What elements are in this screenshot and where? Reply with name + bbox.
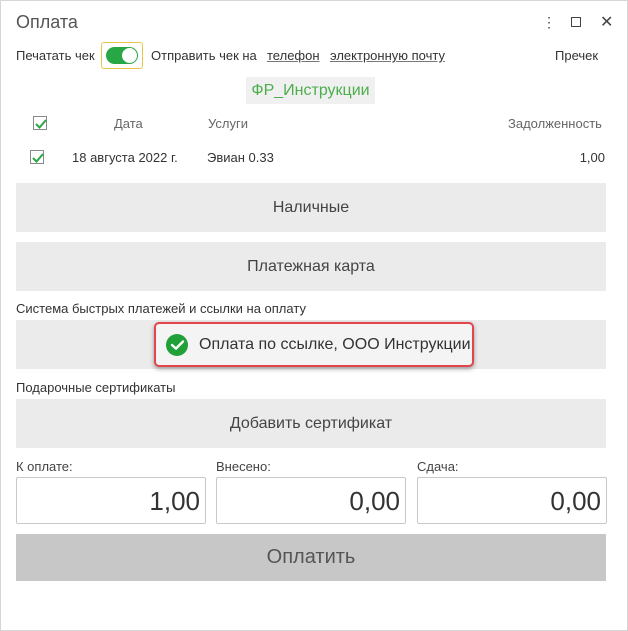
more-options-icon[interactable]: ⋮ bbox=[542, 14, 556, 31]
paid-label: Внесено: bbox=[216, 459, 271, 474]
cash-button[interactable]: Наличные bbox=[16, 183, 606, 232]
row-date: 18 августа 2022 г. bbox=[72, 150, 178, 165]
column-header-services: Услуги bbox=[208, 116, 248, 131]
sbp-section-label: Система быстрых платежей и ссылки на опл… bbox=[16, 301, 306, 316]
row-service: Эвиан 0.33 bbox=[207, 150, 274, 165]
select-all-checkbox[interactable] bbox=[33, 116, 47, 130]
row-checkbox[interactable] bbox=[30, 150, 44, 164]
payment-link-label: Оплата по ссылке, ООО Инструкции bbox=[199, 336, 471, 353]
change-label: Сдача: bbox=[417, 459, 459, 474]
toggle-knob bbox=[122, 48, 137, 63]
print-receipt-toggle[interactable] bbox=[101, 42, 143, 69]
column-header-date: Дата bbox=[114, 116, 143, 131]
send-phone-link[interactable]: телефон bbox=[267, 48, 320, 63]
precheck-link[interactable]: Пречек bbox=[555, 48, 598, 63]
checkmark-icon bbox=[32, 153, 44, 163]
add-certificate-button[interactable]: Добавить сертификат bbox=[16, 399, 606, 448]
maximize-icon[interactable] bbox=[571, 17, 581, 27]
row-debt: 1,00 bbox=[579, 150, 605, 165]
checkmark-icon bbox=[35, 119, 47, 129]
table-row[interactable]: 18 августа 2022 г. Эвиан 0.33 1,00 bbox=[16, 141, 606, 171]
fiscal-register-name[interactable]: ФР_Инструкции bbox=[246, 77, 375, 104]
to-pay-field[interactable]: 1,00 bbox=[16, 477, 206, 524]
gift-section-label: Подарочные сертификаты bbox=[16, 380, 176, 395]
column-header-debt: Задолженность bbox=[508, 116, 602, 131]
send-receipt-label: Отправить чек на bbox=[151, 48, 257, 63]
dialog-title: Оплата bbox=[16, 12, 78, 32]
to-pay-label: К оплате: bbox=[16, 459, 73, 474]
paid-field[interactable]: 0,00 bbox=[216, 477, 406, 524]
send-email-link[interactable]: электронную почту bbox=[330, 48, 445, 63]
pay-button[interactable]: Оплатить bbox=[16, 534, 606, 581]
print-receipt-label: Печатать чек bbox=[16, 48, 95, 63]
payment-link-button[interactable]: Оплата по ссылке, ООО Инструкции bbox=[154, 322, 474, 367]
toggle-track bbox=[106, 47, 138, 64]
close-icon[interactable]: ✕ bbox=[600, 12, 613, 32]
change-field[interactable]: 0,00 bbox=[417, 477, 607, 524]
card-button[interactable]: Платежная карта bbox=[16, 242, 606, 291]
sberbank-icon bbox=[166, 334, 188, 356]
